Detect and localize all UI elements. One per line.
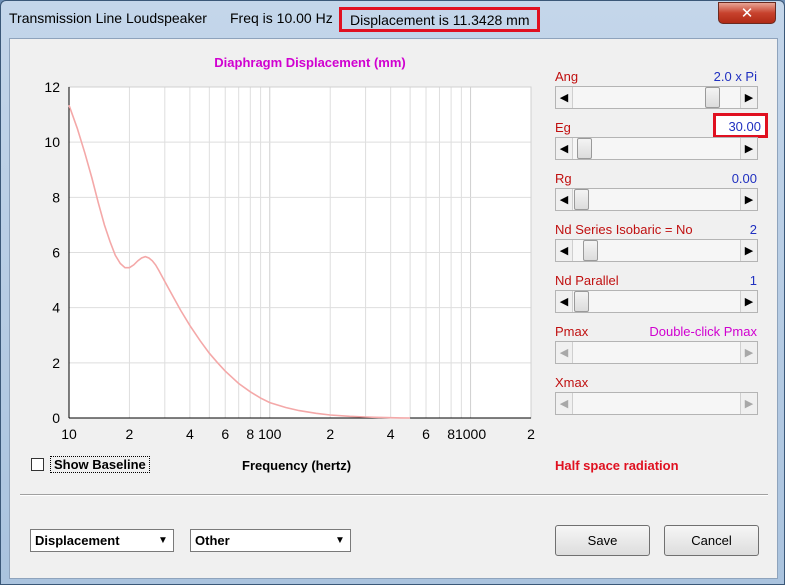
scroll-left-arrow-icon: ◀ [556, 393, 573, 414]
x-tick-label: 8 [246, 426, 254, 442]
param-scrollbar-5: ◀ ▶ [555, 341, 758, 364]
param-label-5: Pmax [555, 324, 589, 339]
scroll-thumb[interactable] [574, 189, 589, 210]
scroll-left-arrow-icon[interactable]: ◀ [556, 240, 573, 261]
y-tick-label: 12 [44, 79, 60, 95]
x-tick-label: 4 [186, 426, 194, 442]
param-value-2: 0.00 [731, 171, 757, 186]
displacement-chart: 12108642010 2 4 6 8 100 2 4 6 8 1000 2 [44, 79, 535, 442]
other-select[interactable]: Other ▼ [190, 529, 351, 552]
window-title: Transmission Line Loudspeaker [9, 10, 207, 26]
eg-value-field[interactable]: 30.00 [713, 113, 768, 138]
x-tick-label: 4 [387, 426, 395, 442]
y-tick-label: 10 [44, 134, 60, 150]
scroll-thumb[interactable] [704, 87, 720, 108]
scroll-thumb[interactable] [577, 138, 592, 159]
save-button[interactable]: Save [555, 525, 650, 556]
scroll-left-arrow-icon[interactable]: ◀ [556, 138, 573, 159]
scroll-thumb[interactable] [574, 291, 589, 312]
x-tick-label: 10 [61, 426, 77, 442]
y-tick-label: 0 [52, 410, 60, 426]
scroll-left-arrow-icon[interactable]: ◀ [556, 189, 573, 210]
x-tick-label: 6 [422, 426, 430, 442]
param-scrollbar-2[interactable]: ◀ ▶ [555, 188, 758, 211]
scroll-right-arrow-icon: ▶ [740, 342, 757, 363]
param-label-2: Rg [555, 171, 572, 186]
param-scrollbar-0[interactable]: ◀ ▶ [555, 86, 758, 109]
cancel-button[interactable]: Cancel [664, 525, 759, 556]
y-tick-label: 4 [52, 300, 60, 316]
freq-readout: Freq is 10.00 Hz [230, 10, 333, 26]
scroll-right-arrow-icon[interactable]: ▶ [740, 291, 757, 312]
y-tick-label: 6 [52, 245, 60, 261]
x-tick-label: 6 [221, 426, 229, 442]
displacement-readout: Displacement is 11.3428 mm [339, 7, 541, 32]
plot-type-select[interactable]: Displacement ▼ [30, 529, 174, 552]
chevron-down-icon: ▼ [158, 535, 168, 546]
scroll-right-arrow-icon[interactable]: ▶ [740, 138, 757, 159]
app-window: Transmission Line Loudspeaker Freq is 10… [0, 0, 785, 585]
x-tick-label: 2 [527, 426, 535, 442]
param-label-6: Xmax [555, 375, 589, 390]
y-tick-label: 8 [52, 189, 60, 205]
show-baseline-label[interactable]: Show Baseline [50, 456, 150, 473]
x-tick-label: 2 [326, 426, 334, 442]
param-label-4: Nd Parallel [555, 273, 619, 288]
param-scrollbar-3[interactable]: ◀ ▶ [555, 239, 758, 262]
client-area: Diaphragm Displacement (mm) 12 10 8 6 4 2 0 10 2… [9, 38, 778, 579]
x-tick-label: 1000 [455, 426, 486, 442]
param-value-5[interactable]: Double-click Pmax [649, 324, 757, 339]
title-bar[interactable]: Transmission Line Loudspeaker Freq is 10… [1, 1, 784, 37]
param-label-0: Ang [555, 69, 579, 84]
y-tick-label: 2 [52, 355, 60, 371]
param-scrollbar-1[interactable]: ◀ ▶ [555, 137, 758, 160]
close-button[interactable]: ✕ [718, 2, 776, 24]
close-icon: ✕ [740, 5, 754, 22]
param-label-3: Nd Series Isobaric = No [555, 222, 693, 237]
param-value-0: 2.0 x Pi [713, 69, 757, 84]
x-tick-label: 2 [126, 426, 134, 442]
x-tick-label: 100 [258, 426, 282, 442]
param-value-4: 1 [749, 273, 757, 288]
param-scrollbar-6: ◀ ▶ [555, 392, 758, 415]
separator [20, 494, 768, 496]
param-value-3: 2 [749, 222, 757, 237]
scroll-right-arrow-icon: ▶ [740, 393, 757, 414]
param-scrollbar-4[interactable]: ◀ ▶ [555, 290, 758, 313]
scroll-thumb[interactable] [583, 240, 598, 261]
x-axis-label: Frequency (hertz) [242, 458, 352, 473]
scroll-left-arrow-icon[interactable]: ◀ [556, 87, 573, 108]
param-label-1: Eg [555, 120, 571, 135]
radiation-mode: Half space radiation [555, 458, 679, 473]
scroll-left-arrow-icon[interactable]: ◀ [556, 291, 573, 312]
show-baseline-checkbox[interactable] [31, 458, 44, 471]
scroll-right-arrow-icon[interactable]: ▶ [740, 87, 757, 108]
scroll-right-arrow-icon[interactable]: ▶ [740, 189, 757, 210]
scroll-right-arrow-icon[interactable]: ▶ [740, 240, 757, 261]
chevron-down-icon: ▼ [335, 535, 345, 546]
scroll-left-arrow-icon: ◀ [556, 342, 573, 363]
